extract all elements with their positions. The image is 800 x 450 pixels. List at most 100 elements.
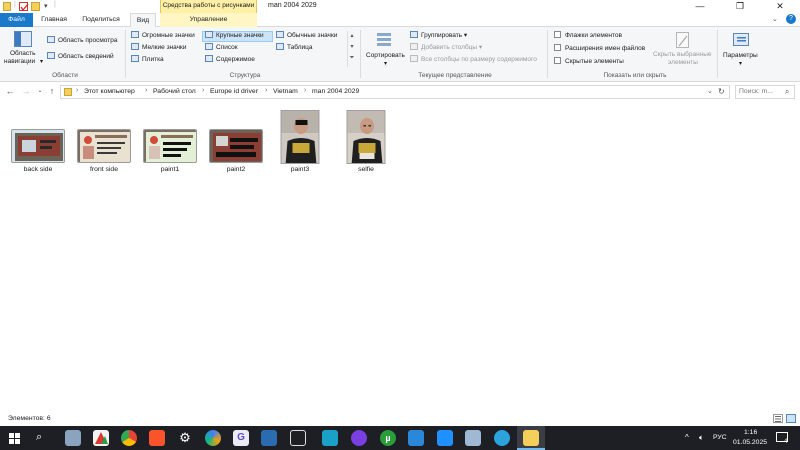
layout-tiles[interactable]: Плитка	[131, 55, 164, 65]
checkbox[interactable]	[554, 31, 561, 38]
medium-icons-icon	[276, 31, 284, 38]
properties-icon[interactable]	[19, 2, 29, 12]
layout-huge-icons[interactable]: Огромные значки	[131, 31, 195, 41]
address-dropdown-icon[interactable]: ⌄	[707, 87, 713, 95]
layout-content[interactable]: Содержимое	[205, 55, 255, 65]
checkbox[interactable]	[554, 57, 561, 64]
tab-manage[interactable]: Управление	[160, 13, 257, 27]
utorrent-icon[interactable]: µ	[380, 430, 396, 446]
volume-icon[interactable]: 🔈︎	[699, 433, 704, 443]
recent-locations-icon[interactable]: ⌄	[34, 85, 46, 97]
large-icons-view-icon[interactable]	[786, 414, 796, 423]
layout-list[interactable]: Список	[205, 43, 238, 53]
tor-browser-icon[interactable]	[351, 430, 367, 446]
file-item[interactable]: paint3	[270, 105, 330, 177]
breadcrumb-vietnam[interactable]: Vietnam	[273, 88, 298, 95]
notes-app-icon[interactable]	[465, 430, 481, 446]
g-app-icon[interactable]: G	[233, 430, 249, 446]
tab-view[interactable]: Вид	[130, 13, 156, 28]
list-icon	[205, 43, 213, 50]
layout-medium-icons[interactable]: Обычные значки	[276, 31, 337, 41]
app-icon[interactable]	[205, 430, 221, 446]
explorer-app-icon[interactable]	[65, 430, 81, 446]
tab-file[interactable]: Файл	[0, 13, 33, 27]
back-arrow-icon[interactable]: ←	[4, 85, 16, 97]
refresh-icon[interactable]: ↻	[718, 87, 725, 96]
group-separator	[360, 30, 361, 78]
up-arrow-icon[interactable]: ↑	[46, 85, 58, 97]
help-icon[interactable]: ?	[786, 14, 796, 24]
details-view-icon[interactable]	[773, 414, 783, 423]
new-folder-icon[interactable]	[31, 2, 40, 11]
navigation-pane-button[interactable]: навигации	[4, 57, 35, 67]
language-indicator[interactable]: РУС	[713, 434, 727, 441]
address-bar[interactable]: › Этот компьютер › Рабочий стол › Europe…	[60, 85, 730, 99]
preview-pane-button[interactable]: Область просмотра	[47, 36, 117, 46]
hide-selected-icon	[676, 32, 689, 48]
brave-icon[interactable]	[149, 430, 165, 446]
pen-app-icon[interactable]	[261, 430, 277, 446]
collapse-ribbon-icon[interactable]: ⌄	[772, 15, 778, 23]
breadcrumb-separator[interactable]: ›	[304, 87, 306, 94]
calendar-app-icon[interactable]	[290, 430, 306, 446]
chevron-down-icon: ▾	[739, 61, 743, 67]
navigation-pane-icon	[14, 31, 32, 47]
minimize-button[interactable]: —	[680, 0, 720, 13]
file-item[interactable]: front side	[74, 105, 134, 177]
preview-pane-icon	[47, 36, 55, 43]
file-item[interactable]: back side	[8, 105, 68, 177]
layout-large-icons[interactable]: Крупные значки	[205, 31, 264, 41]
ribbon: Область навигации ▾ Область просмотра Об…	[0, 27, 800, 82]
details-pane-button[interactable]: Область сведений	[47, 52, 114, 62]
breadcrumb-current-folder[interactable]: man 2004 2029	[312, 88, 359, 95]
settings-gear-icon[interactable]: ⚙	[177, 430, 193, 446]
breadcrumb-separator[interactable]: ›	[76, 87, 78, 94]
search-box[interactable]: Поиск: m... ⌕	[735, 85, 795, 99]
layout-small-icons[interactable]: Мелкие значки	[131, 43, 186, 53]
breadcrumb-europe-id-driver[interactable]: Europe id driver	[210, 88, 258, 95]
qat-dropdown-icon[interactable]: ▾	[44, 2, 48, 10]
search-icon[interactable]: ⌕	[785, 87, 789, 97]
close-button[interactable]: ✕	[760, 0, 800, 13]
breadcrumb-separator[interactable]: ›	[145, 87, 147, 94]
chrome-icon[interactable]	[121, 430, 137, 446]
tiles-icon	[131, 55, 139, 62]
file-item[interactable]: selfie	[336, 105, 396, 177]
group-by-button[interactable]: Группировать ▾	[410, 31, 467, 41]
size-columns-button[interactable]: Все столбцы по размеру содержимого	[410, 55, 537, 65]
hidden-items-toggle[interactable]: Скрытые элементы	[554, 57, 624, 67]
context-tab-header: Средства работы с рисунками	[160, 0, 257, 13]
hidden-items-label: Скрытые элементы	[565, 58, 624, 65]
tab-share[interactable]: Поделиться	[76, 13, 126, 27]
breadcrumb-separator[interactable]: ›	[265, 87, 267, 94]
file-explorer-icon[interactable]	[523, 430, 539, 446]
layout-scroll[interactable]: ▴ ▾ ⏷	[347, 31, 356, 67]
clock-time[interactable]: 1:16	[744, 429, 757, 436]
hide-selected-label-2[interactable]: элементы	[668, 58, 698, 68]
file-view[interactable]: back side front side paint1 paint2 paint…	[0, 101, 800, 411]
breadcrumb-desktop[interactable]: Рабочий стол	[153, 88, 196, 95]
maximize-button[interactable]: ❐	[720, 0, 760, 13]
tray-chevron-icon[interactable]: ^	[685, 433, 689, 442]
search-input[interactable]: Поиск: m...	[739, 88, 773, 95]
shield-app-icon[interactable]	[322, 430, 338, 446]
file-item[interactable]: paint1	[140, 105, 200, 177]
layout-details[interactable]: Таблица	[276, 43, 313, 53]
item-checkboxes-toggle[interactable]: Флажки элементов	[554, 31, 622, 41]
search-icon[interactable]: ⌕	[36, 431, 42, 444]
photos-app-icon[interactable]	[93, 430, 109, 446]
forward-arrow-icon[interactable]: →	[20, 85, 32, 97]
breadcrumb-separator[interactable]: ›	[202, 87, 204, 94]
breadcrumb-this-pc[interactable]: Этот компьютер	[84, 88, 135, 95]
checkbox[interactable]	[554, 44, 561, 51]
add-columns-button[interactable]: Добавить столбцы ▾	[410, 43, 482, 53]
sync-app-icon[interactable]	[437, 430, 453, 446]
windows-start-icon[interactable]	[9, 433, 20, 444]
tab-home[interactable]: Главная	[35, 13, 73, 27]
file-extensions-toggle[interactable]: Расширения имен файлов	[554, 44, 645, 54]
file-item[interactable]: paint2	[206, 105, 266, 177]
telegram-icon[interactable]	[494, 430, 510, 446]
file-name: selfie	[358, 166, 374, 173]
photos-viewer-icon[interactable]	[408, 430, 424, 446]
clock-date[interactable]: 01.05.2025	[733, 439, 767, 446]
